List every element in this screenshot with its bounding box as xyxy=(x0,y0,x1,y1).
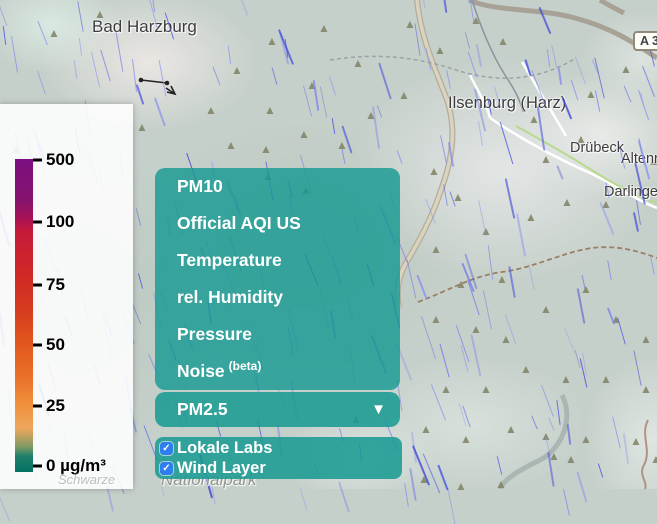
legend-tick-mark xyxy=(33,405,42,408)
legend-tick-mark xyxy=(33,159,42,162)
sensor-triangle-marker[interactable]: ▲ xyxy=(318,22,330,34)
sensor-triangle-marker[interactable]: ▲ xyxy=(580,283,592,295)
sensor-triangle-marker[interactable]: ▲ xyxy=(500,333,512,345)
sensor-triangle-marker[interactable]: ▲ xyxy=(434,44,446,56)
place-label-dr-beck: Drübeck xyxy=(570,140,624,156)
place-label-bad-harzburg: Bad Harzburg xyxy=(92,17,197,37)
sensor-triangle-marker[interactable]: ▲ xyxy=(455,480,467,492)
beta-superscript: (beta) xyxy=(229,359,262,373)
sensor-triangle-marker[interactable]: ▲ xyxy=(496,273,508,285)
selected-layer-label: PM2.5 xyxy=(177,399,228,420)
wind-streaks xyxy=(299,487,307,510)
legend-tick-label: 500 xyxy=(46,150,74,170)
layer-option-official-aqi-us[interactable]: Official AQI US xyxy=(155,205,400,242)
sensor-triangle-marker[interactable]: ▲ xyxy=(561,196,573,208)
sensor-triangle-marker[interactable]: ▲ xyxy=(420,423,432,435)
layer-option-label: Temperature xyxy=(177,250,282,271)
wind-streaks xyxy=(563,489,570,516)
legend-tick-mark xyxy=(33,344,42,347)
sensor-triangle-marker[interactable]: ▲ xyxy=(525,211,537,223)
sensor-triangle-marker[interactable]: ▲ xyxy=(225,139,237,151)
layer-option-pm10[interactable]: PM10 xyxy=(155,168,400,205)
place-label-schwarze: Schwarze xyxy=(58,472,115,487)
sensor-triangle-marker[interactable]: ▲ xyxy=(600,373,612,385)
legend-tick-label: 100 xyxy=(46,212,74,232)
motorway-badge: A 36 xyxy=(633,31,657,51)
checkbox-checked[interactable]: ✓ xyxy=(160,442,173,455)
layer-option-pressure[interactable]: Pressure xyxy=(155,316,400,353)
sensor-triangle-marker[interactable]: ▲ xyxy=(630,435,642,447)
sensor-triangle-marker[interactable]: ▲ xyxy=(298,128,310,140)
sensor-triangle-marker[interactable]: ▲ xyxy=(560,373,572,385)
place-label-darlingero: Darlingero xyxy=(604,184,657,200)
layer-menu: PM10 Official AQI US Temperature rel. Humid… xyxy=(155,168,400,390)
sensor-triangle-marker[interactable]: ▲ xyxy=(136,121,148,133)
layer-option-label: rel. Humidity xyxy=(177,287,283,308)
layer-option-rel-humidity[interactable]: rel. Humidity xyxy=(155,279,400,316)
sensor-triangle-marker[interactable]: ▲ xyxy=(48,27,60,39)
layer-option-label: PM10 xyxy=(177,176,223,197)
sensor-triangle-marker[interactable]: ▲ xyxy=(398,89,410,101)
sensor-triangle-marker[interactable]: ▲ xyxy=(540,153,552,165)
sensor-triangle-marker[interactable]: ▲ xyxy=(505,423,517,435)
wind-streaks xyxy=(448,488,456,524)
toggle-wind-layer[interactable]: ✓ Wind Layer xyxy=(160,459,402,478)
legend-tick-mark xyxy=(33,465,42,468)
toggle-label: Wind Layer xyxy=(177,459,266,478)
toggle-lokale-labs[interactable]: ✓ Lokale Labs xyxy=(160,439,402,458)
aqi-legend-panel: 5001007550250 µg/m³ xyxy=(0,104,133,489)
sensor-triangle-marker[interactable]: ▲ xyxy=(455,278,467,290)
sensor-triangle-marker[interactable]: ▲ xyxy=(640,383,652,395)
sensor-triangle-marker[interactable]: ▲ xyxy=(495,478,507,490)
toggle-label: Lokale Labs xyxy=(177,439,272,458)
checkbox-checked[interactable]: ✓ xyxy=(160,462,173,475)
layer-option-label: Noise xyxy=(177,361,225,382)
sensor-triangle-marker[interactable]: ▲ xyxy=(266,35,278,47)
sensor-triangle-marker[interactable]: ▲ xyxy=(430,313,442,325)
sensor-triangle-marker[interactable]: ▲ xyxy=(640,333,652,345)
wind-streaks xyxy=(0,486,11,521)
sensor-triangle-marker[interactable]: ▲ xyxy=(460,433,472,445)
sensor-triangle-marker[interactable]: ▲ xyxy=(205,104,217,116)
cablecar-icon xyxy=(139,78,175,94)
sensor-triangle-marker[interactable]: ▲ xyxy=(428,165,440,177)
sensor-triangle-marker[interactable]: ▲ xyxy=(264,104,276,116)
layer-option-label: Official AQI US xyxy=(177,213,301,234)
sensor-triangle-marker[interactable]: ▲ xyxy=(540,303,552,315)
layer-toggle-panel: ✓ Lokale Labs ✓ Wind Layer xyxy=(155,437,402,479)
sensor-triangle-marker[interactable]: ▲ xyxy=(440,383,452,395)
dropdown-arrow-icon: ▼ xyxy=(371,401,386,418)
aqi-color-scale xyxy=(15,159,33,472)
sensor-triangle-marker[interactable]: ▲ xyxy=(430,243,442,255)
sensor-triangle-marker[interactable]: ▲ xyxy=(470,323,482,335)
air-quality-map-app: { "map": { "place_labels": [ {"text": "B… xyxy=(0,0,657,489)
sensor-triangle-marker[interactable]: ▲ xyxy=(580,433,592,445)
sensor-triangle-marker[interactable]: ▲ xyxy=(480,383,492,395)
sensor-triangle-marker[interactable]: ▲ xyxy=(497,35,509,47)
legend-tick-label: 50 xyxy=(46,335,65,355)
sensor-triangle-marker[interactable]: ▲ xyxy=(260,143,272,155)
sensor-triangle-marker[interactable]: ▲ xyxy=(520,363,532,375)
sensor-triangle-marker[interactable]: ▲ xyxy=(352,57,364,69)
place-label-ilsenburg-harz-: Ilsenburg (Harz) xyxy=(448,94,566,113)
legend-tick-mark xyxy=(33,221,42,224)
sensor-triangle-marker[interactable]: ▲ xyxy=(231,64,243,76)
layer-option-label: Pressure xyxy=(177,324,252,345)
layer-option-noise[interactable]: Noise (beta) xyxy=(155,353,400,390)
legend-tick-mark xyxy=(33,284,42,287)
legend-tick-label: 25 xyxy=(46,396,65,416)
layer-select-control[interactable]: PM2.5 ▼ xyxy=(155,392,400,427)
sensor-triangle-marker[interactable]: ▲ xyxy=(650,453,657,465)
layer-option-temperature[interactable]: Temperature xyxy=(155,242,400,279)
sensor-triangle-marker[interactable]: ▲ xyxy=(620,63,632,75)
sensor-triangle-marker[interactable]: ▲ xyxy=(565,453,577,465)
legend-tick-label: 75 xyxy=(46,275,65,295)
place-label-altenro: Altenro xyxy=(621,151,657,167)
